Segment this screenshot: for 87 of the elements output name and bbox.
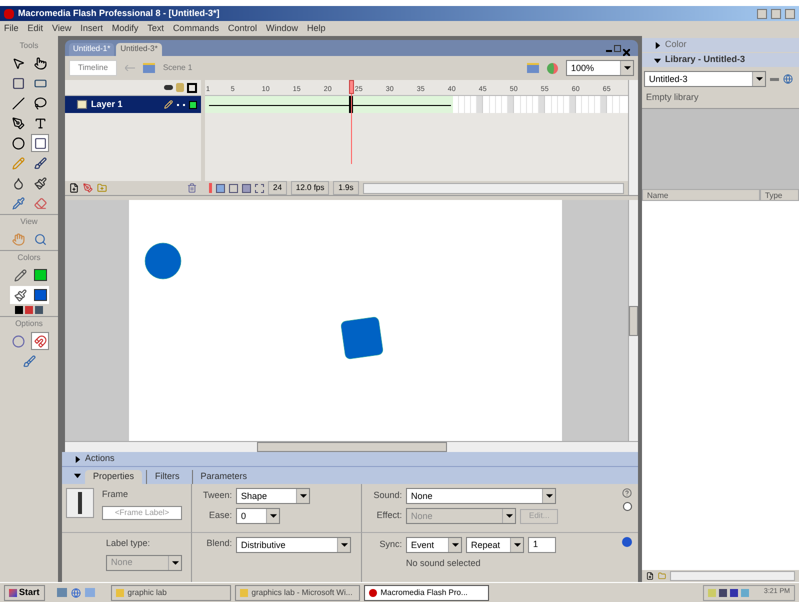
library-panel-title: Library - Untitled-3: [665, 53, 746, 66]
stage-vertical-scrollbar[interactable]: [628, 200, 638, 441]
close-button[interactable]: [785, 8, 795, 18]
column-header[interactable]: Type: [760, 188, 799, 200]
elapsed-time: 1.9s: [333, 181, 358, 195]
playhead[interactable]: [348, 80, 354, 94]
new-symbol-icon[interactable]: [646, 572, 654, 580]
document-close-button[interactable]: [623, 49, 630, 56]
ease-label: Ease:: [208, 509, 232, 522]
new-library-icon[interactable]: [783, 74, 793, 84]
rectangle-tool-icon[interactable]: [31, 134, 49, 152]
sync-dropdown[interactable]: Event: [406, 537, 462, 553]
minimize-button[interactable]: [757, 8, 767, 18]
insert-folder-icon[interactable]: [97, 183, 107, 193]
layer-row[interactable]: Layer 1: [65, 96, 201, 113]
colors-title: Colors: [0, 250, 58, 264]
playhead-line: [350, 94, 352, 164]
magnet-icon[interactable]: [31, 332, 49, 350]
menu-item[interactable]: Control: [228, 22, 257, 36]
menu-item[interactable]: Help: [306, 22, 326, 36]
panel-tab[interactable]: Properties: [85, 470, 142, 484]
taskbar-button[interactable]: graphics lab - Microsoft Wi...: [234, 584, 360, 600]
taskbar-button[interactable]: graphic lab: [110, 584, 231, 600]
frame-label-caption: Frame: [102, 488, 130, 501]
motion-guide-icon[interactable]: [83, 183, 93, 193]
effect-label: Effect:: [376, 509, 402, 522]
circle-shape: [144, 242, 182, 280]
document-restore-button[interactable]: [614, 45, 621, 52]
restore-button[interactable]: [771, 8, 781, 18]
fill-swatch[interactable]: [34, 289, 46, 301]
column-header[interactable]: Name: [642, 188, 760, 200]
tween-label: Tween:: [202, 489, 232, 502]
tween-dropdown[interactable]: Shape: [236, 488, 310, 504]
blend-dropdown[interactable]: Distributive: [236, 537, 351, 553]
taskbar-button[interactable]: Macromedia Flash Pro...: [364, 584, 489, 600]
browser-icon[interactable]: [70, 588, 81, 598]
caret-down-icon: [74, 472, 81, 479]
view-title: View: [0, 214, 58, 228]
sound-dropdown[interactable]: None: [406, 488, 556, 504]
library-document-dropdown[interactable]: Untitled-3: [644, 71, 766, 87]
menu-item[interactable]: Commands: [172, 22, 219, 36]
stroke-swatch[interactable]: [34, 269, 46, 281]
layer-color-icon: [189, 100, 197, 108]
layer-name: Layer 1: [91, 98, 124, 111]
start-button[interactable]: Start: [4, 584, 45, 600]
frame-rate: 12.0 fps: [290, 181, 330, 195]
window-title: Macromedia Flash Professional 8 - [Untitled-3*]: [18, 6, 221, 20]
frame-icon: [66, 488, 94, 518]
color-panel-title: Color: [665, 38, 687, 52]
menu-item[interactable]: Modify: [112, 22, 138, 36]
repeat-dropdown[interactable]: Repeat: [466, 537, 524, 553]
actions-title: Actions: [85, 452, 115, 466]
blend-label: Blend:: [205, 537, 232, 550]
vertical-scrollbar[interactable]: [628, 80, 638, 195]
outline-icon[interactable]: [187, 82, 197, 92]
sound-label: Sound:: [372, 489, 402, 502]
frame-label-field[interactable]: <Frame Label>: [102, 506, 182, 520]
menu-item[interactable]: View: [52, 22, 72, 36]
frame-row[interactable]: [205, 96, 628, 113]
horizontal-scrollbar[interactable]: [362, 182, 624, 194]
scene-name: Scene 1: [162, 62, 194, 74]
insert-layer-icon[interactable]: [69, 183, 79, 193]
repeat-count-field[interactable]: 1: [528, 537, 556, 553]
ease-field[interactable]: 0: [236, 508, 280, 524]
zoom-dropdown[interactable]: 100%: [566, 60, 634, 76]
timeline-button[interactable]: Timeline: [69, 60, 117, 76]
tools-title: Tools: [20, 40, 38, 52]
delete-layer-icon[interactable]: [187, 183, 197, 193]
new-folder-icon[interactable]: [658, 572, 666, 580]
current-frame: 24: [268, 181, 287, 195]
help-icon[interactable]: [622, 488, 632, 498]
menu-item[interactable]: File: [4, 22, 19, 36]
document-tab[interactable]: Untitled-3*: [116, 43, 162, 56]
sync-label: Sync:: [378, 538, 402, 552]
pencil-icon: [164, 100, 173, 109]
sound-status: No sound selected: [405, 557, 482, 570]
menu-item[interactable]: Edit: [28, 22, 44, 36]
stage-horizontal-scrollbar[interactable]: [65, 441, 638, 452]
menu-item[interactable]: Text: [147, 22, 164, 36]
library-scrollbar[interactable]: [670, 571, 795, 581]
label-type-caption: Label type:: [106, 537, 152, 550]
options-title: Options: [0, 316, 58, 330]
menu-item[interactable]: Insert: [80, 22, 103, 36]
menu-item[interactable]: Window: [266, 22, 298, 36]
color-panel-header[interactable]: Color: [642, 38, 799, 52]
library-panel-header[interactable]: Library - Untitled-3: [642, 53, 799, 67]
actions-panel-header[interactable]: Actions: [62, 452, 638, 467]
